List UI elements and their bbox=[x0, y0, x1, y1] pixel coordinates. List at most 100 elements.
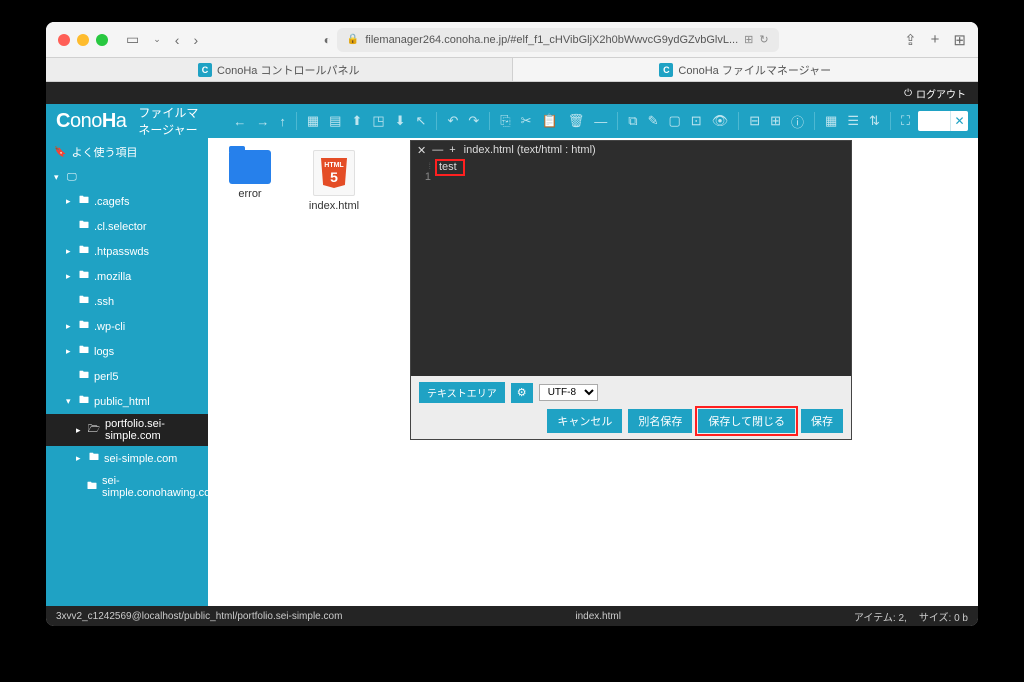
sidebar-item-clselector[interactable]: 🖿.cl.selector bbox=[46, 214, 208, 239]
sidebar-toggle-icon[interactable]: ▭ bbox=[126, 31, 139, 48]
tb-paste-icon[interactable]: 📋 bbox=[542, 113, 558, 129]
gear-icon[interactable]: ⚙ bbox=[511, 383, 533, 403]
tb-download-icon[interactable]: ⬇ bbox=[395, 113, 406, 129]
caret-right-icon: ▸ bbox=[66, 196, 74, 207]
cancel-button[interactable]: キャンセル bbox=[547, 409, 622, 433]
sidebar-item-mozilla[interactable]: ▸🖿.mozilla bbox=[46, 264, 208, 289]
sidebar-item-conohawing[interactable]: 🖿sei-simple.conohawing.com bbox=[46, 471, 208, 503]
tb-view-icons-icon[interactable]: ▦ bbox=[825, 113, 837, 129]
tb-new-file-icon[interactable]: ▤ bbox=[329, 113, 341, 129]
separator bbox=[436, 112, 437, 130]
tb-cut-icon[interactable]: ✂ bbox=[521, 113, 532, 129]
separator bbox=[296, 112, 297, 130]
editor-maximize-icon[interactable]: + bbox=[449, 144, 455, 157]
status-size: サイズ: 0 b bbox=[919, 609, 968, 624]
urlbar[interactable]: 🔒 filemanager264.conoha.ne.jp/#elf_f1_cH… bbox=[337, 28, 779, 52]
tb-duplicate-icon[interactable]: ⧉ bbox=[628, 113, 637, 129]
tb-open-icon[interactable]: ◳ bbox=[372, 113, 384, 129]
tb-resize-icon[interactable]: ⊡ bbox=[691, 113, 702, 129]
tb-undo-icon[interactable]: ↶ bbox=[447, 113, 458, 129]
tb-back-icon[interactable]: ← bbox=[233, 114, 246, 129]
tb-edit-icon[interactable]: ▢ bbox=[668, 113, 680, 129]
editor-text-content: test bbox=[435, 159, 465, 176]
sidebar-item-htpasswds[interactable]: ▸🖿.htpasswds bbox=[46, 239, 208, 264]
nav-back-icon[interactable]: ‹ bbox=[175, 32, 180, 48]
sidebar-root[interactable]: ▾ 🖵 bbox=[46, 166, 208, 189]
editor-title: index.html (text/html : html) bbox=[464, 144, 596, 156]
search-input[interactable] bbox=[918, 111, 950, 131]
tb-rename-icon[interactable]: ✎ bbox=[648, 113, 659, 129]
tb-forward-icon[interactable]: → bbox=[256, 114, 269, 129]
tb-select-icon[interactable]: ↖ bbox=[416, 113, 427, 129]
tb-archive-icon[interactable]: ⊞ bbox=[770, 113, 781, 129]
html5-icon: HTML5 bbox=[313, 150, 355, 196]
tab-control-panel[interactable]: C ConoHa コントロールパネル bbox=[46, 58, 513, 81]
shield-icon[interactable]: ◐ bbox=[324, 33, 331, 47]
editor-textarea[interactable]: test bbox=[435, 159, 851, 376]
file-item-folder[interactable]: error bbox=[220, 150, 280, 200]
tb-trash-icon[interactable]: — bbox=[594, 114, 607, 129]
save-as-button[interactable]: 別名保存 bbox=[628, 409, 692, 433]
bookmark-icon: 🔖 bbox=[54, 147, 66, 158]
files-area[interactable]: error HTML5 index.html ✕ — + bbox=[208, 138, 978, 606]
tb-new-folder-icon[interactable]: ▦ bbox=[307, 113, 319, 129]
caret-down-icon: ▾ bbox=[54, 172, 62, 183]
tb-view-list-icon[interactable]: ☰ bbox=[847, 113, 859, 129]
nav-forward-icon[interactable]: › bbox=[193, 32, 198, 48]
sidebar-item-publichtml[interactable]: ▾🖿public_html bbox=[46, 389, 208, 414]
editor-window: ✕ — + index.html (text/html : html) ⁞ 1 … bbox=[410, 140, 852, 440]
tb-upload-icon[interactable]: ⬆ bbox=[351, 113, 362, 129]
file-item-html[interactable]: HTML5 index.html bbox=[304, 150, 364, 212]
editor-gutter: ⁞ 1 bbox=[411, 159, 435, 376]
tabbar: C ConoHa コントロールパネル C ConoHa ファイルマネージャー bbox=[46, 58, 978, 82]
folder-icon: 🖿 bbox=[79, 343, 89, 360]
tab-file-manager[interactable]: C ConoHa ファイルマネージャー bbox=[513, 58, 979, 81]
tb-copy-icon[interactable]: ⎘ bbox=[500, 113, 510, 129]
editor-minimize-icon[interactable]: — bbox=[432, 144, 443, 157]
folder-icon: 🖿 bbox=[79, 243, 89, 260]
sidebar-item-ssh[interactable]: 🖿.ssh bbox=[46, 289, 208, 314]
tb-info-icon[interactable]: ⓘ bbox=[791, 112, 804, 131]
tb-extract-icon[interactable]: ⊟ bbox=[749, 113, 760, 129]
tb-sort-icon[interactable]: ⇅ bbox=[869, 113, 880, 129]
sidebar-item-cagefs[interactable]: ▸🖿.cagefs bbox=[46, 189, 208, 214]
encoding-select[interactable]: UTF-8 bbox=[539, 384, 598, 401]
close-window-button[interactable] bbox=[58, 34, 70, 46]
share-icon[interactable]: ⇪ bbox=[904, 31, 917, 49]
reader-icon[interactable]: ⊞ bbox=[744, 33, 753, 46]
separator bbox=[814, 112, 815, 130]
tab-label: ConoHa ファイルマネージャー bbox=[678, 62, 831, 78]
search-clear-icon[interactable]: ✕ bbox=[950, 111, 968, 131]
caret-right-icon: ▸ bbox=[66, 246, 74, 257]
logout-link[interactable]: ログアウト bbox=[916, 86, 966, 101]
toolbar-right: ⇪ + ⊞ bbox=[904, 31, 966, 49]
toolbar-nav-group: ▭ ⌄ ‹ › bbox=[126, 31, 198, 48]
editor-content: ⁞ 1 test bbox=[411, 159, 851, 376]
tb-delete-icon[interactable]: 🗑 bbox=[568, 113, 585, 129]
chevron-down-icon[interactable]: ⌄ bbox=[153, 34, 161, 45]
tabs-overview-icon[interactable]: ⊞ bbox=[953, 31, 966, 49]
sidebar-item-perl5[interactable]: 🖿perl5 bbox=[46, 364, 208, 389]
sidebar-item-wpcli[interactable]: ▸🖿.wp-cli bbox=[46, 314, 208, 339]
minimize-window-button[interactable] bbox=[77, 34, 89, 46]
sidebar-item-logs[interactable]: ▸🖿logs bbox=[46, 339, 208, 364]
folder-icon: 🖿 bbox=[89, 450, 99, 467]
sidebar-item-portfolio[interactable]: ▸🗁portfolio.sei-simple.com bbox=[46, 414, 208, 446]
sidebar-favorites[interactable]: 🔖 よく使う項目 bbox=[46, 138, 208, 166]
sidebar-item-seisimple[interactable]: ▸🖿sei-simple.com bbox=[46, 446, 208, 471]
caret-down-icon: ▾ bbox=[66, 396, 74, 407]
textarea-label[interactable]: テキストエリア bbox=[419, 382, 505, 403]
new-tab-icon[interactable]: + bbox=[931, 31, 940, 48]
tb-preview-icon[interactable]: 👁 bbox=[712, 113, 729, 129]
editor-titlebar[interactable]: ✕ — + index.html (text/html : html) bbox=[411, 141, 851, 159]
tb-fullscreen-icon[interactable]: ⛶ bbox=[901, 113, 910, 129]
tb-up-icon[interactable]: ↑ bbox=[279, 114, 286, 129]
maximize-window-button[interactable] bbox=[96, 34, 108, 46]
tb-redo-icon[interactable]: ↷ bbox=[468, 113, 479, 129]
reload-icon[interactable]: ↻ bbox=[759, 33, 768, 46]
save-close-button[interactable]: 保存して閉じる bbox=[698, 409, 795, 433]
caret-right-icon: ▸ bbox=[76, 425, 83, 436]
editor-close-icon[interactable]: ✕ bbox=[417, 144, 426, 157]
save-button[interactable]: 保存 bbox=[801, 409, 843, 433]
folder-icon: 🖿 bbox=[87, 479, 97, 496]
